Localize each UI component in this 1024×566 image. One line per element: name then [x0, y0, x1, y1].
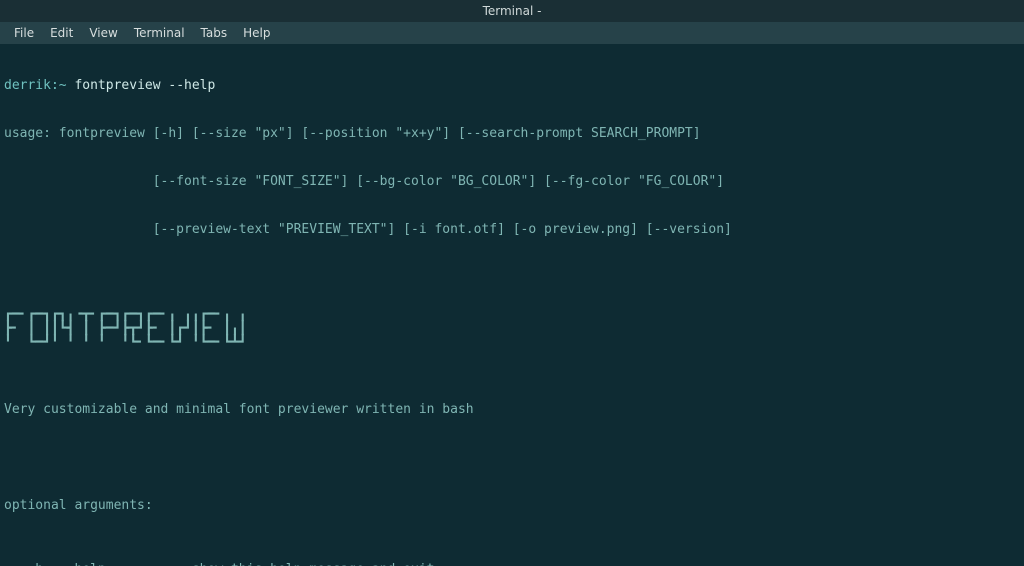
- option-row: -h, --help show this help message and ex…: [4, 562, 1020, 566]
- prompt-line-1: derrik:~ fontpreview --help: [4, 78, 1020, 94]
- usage-line-2: [--font-size "FONT_SIZE"] [--bg-color "B…: [4, 174, 1020, 190]
- blank-1: [4, 450, 1020, 466]
- prompt-command: fontpreview --help: [74, 78, 215, 93]
- ascii-art-logo: ┏━╸┏━┓┏┓╻╺┳╸┏━┓┏━┓┏━╸╻ ╻╻┏━╸╻ ╻ ┣╸ ┃ ┃┃┗…: [4, 294, 1020, 350]
- window-titlebar: Terminal -: [0, 0, 1024, 22]
- menu-terminal[interactable]: Terminal: [126, 22, 193, 44]
- menu-view[interactable]: View: [81, 22, 125, 44]
- usage-line-3: [--preview-text "PREVIEW_TEXT"] [-i font…: [4, 222, 1020, 238]
- usage-line-1: usage: fontpreview [-h] [--size "px"] [-…: [4, 126, 1020, 142]
- menu-tabs[interactable]: Tabs: [193, 22, 236, 44]
- prompt-tilde: ~: [59, 78, 67, 93]
- window-title: Terminal -: [483, 4, 542, 18]
- menu-help[interactable]: Help: [235, 22, 278, 44]
- terminal-output[interactable]: derrik:~ fontpreview --help usage: fontp…: [0, 44, 1024, 566]
- description: Very customizable and minimal font previ…: [4, 402, 1020, 418]
- menu-file[interactable]: File: [6, 22, 42, 44]
- prompt-host: derrik:: [4, 78, 59, 93]
- menu-bar: File Edit View Terminal Tabs Help: [0, 22, 1024, 44]
- options-header: optional arguments:: [4, 498, 1020, 514]
- menu-edit[interactable]: Edit: [42, 22, 81, 44]
